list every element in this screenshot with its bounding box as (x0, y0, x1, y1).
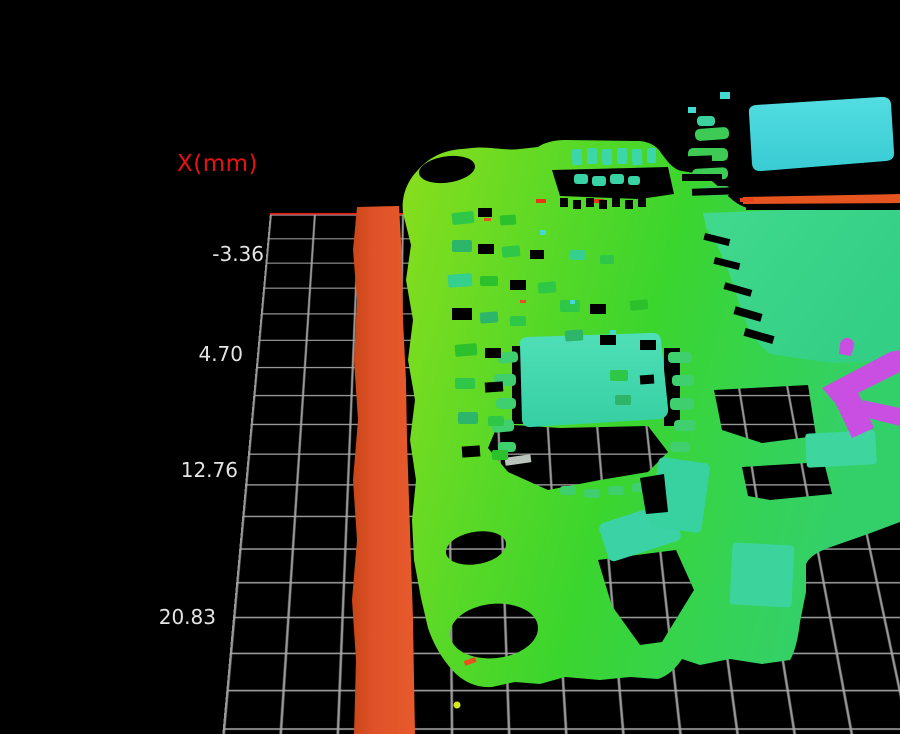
outlier-yellow-dot (453, 701, 461, 709)
point-cloud-layer (352, 92, 900, 734)
point-cloud-viewport[interactable]: X(mm) -3.36 4.70 12.76 20.83 (0, 0, 900, 734)
module-shadow-line (746, 203, 900, 210)
scan-strip (352, 206, 415, 734)
